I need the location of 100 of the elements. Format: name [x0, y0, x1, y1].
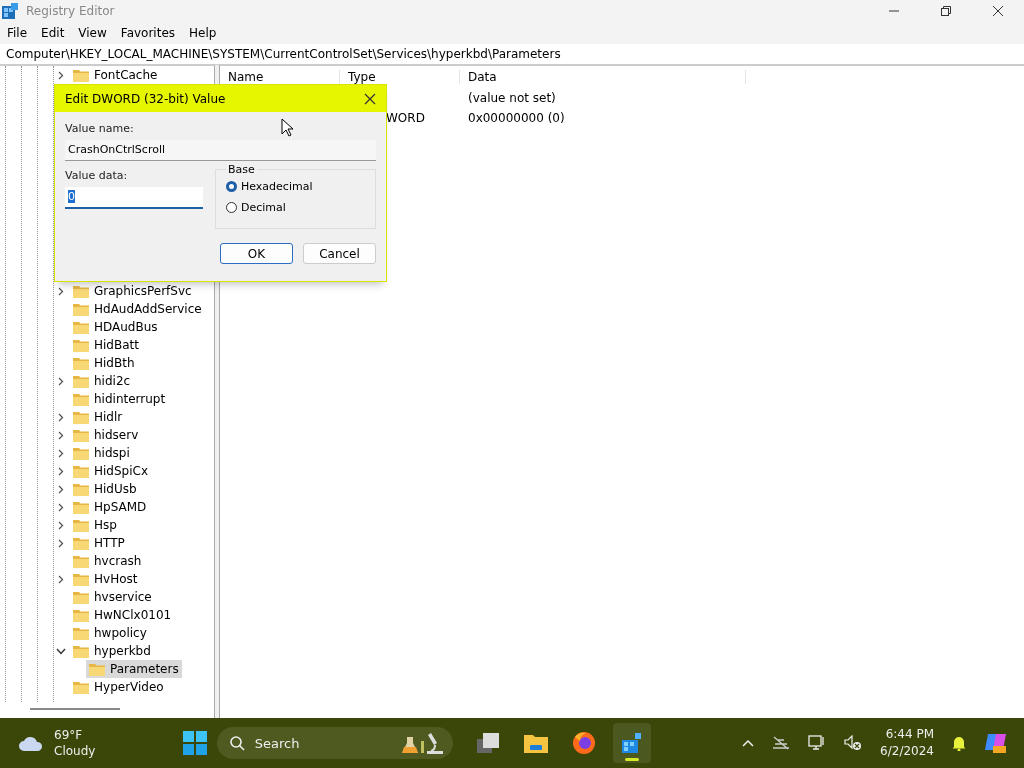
chevron-right-icon[interactable] — [58, 466, 64, 476]
disconnected-icon[interactable] — [772, 736, 791, 750]
folder-icon — [73, 482, 89, 496]
tree-item[interactable]: HidBth — [70, 354, 138, 372]
tree-item[interactable]: HidUsb — [70, 480, 140, 498]
menu-item[interactable]: Favorites — [120, 26, 176, 40]
tree-item[interactable]: HDAudBus — [70, 318, 161, 336]
menu-item[interactable]: View — [78, 26, 107, 40]
folder-icon — [73, 500, 89, 514]
monitor-icon[interactable] — [808, 735, 827, 751]
folder-icon — [89, 662, 105, 676]
folder-icon — [73, 536, 89, 550]
dialog-button[interactable]: Cancel — [303, 243, 376, 264]
chevron-right-icon[interactable] — [58, 286, 64, 296]
tree-item[interactable]: hvservice — [70, 588, 155, 606]
close-icon[interactable] — [364, 92, 376, 105]
folder-icon — [523, 733, 548, 753]
chevron-right-icon[interactable] — [58, 538, 64, 548]
tree-item[interactable]: hidserv — [70, 426, 142, 444]
tree-item[interactable]: hyperkbd — [70, 642, 154, 660]
chevron-right-icon[interactable] — [58, 412, 64, 422]
radio-label[interactable]: Decimal — [241, 201, 286, 214]
tree-item[interactable]: HwNClx0101 — [70, 606, 175, 624]
tree-item[interactable]: GraphicsPerfSvc — [70, 282, 195, 300]
tree-item[interactable]: FontCache — [70, 66, 161, 84]
folder-icon — [73, 590, 89, 604]
folder-icon — [73, 644, 89, 658]
start-icon[interactable] — [182, 731, 207, 755]
mouse-pointer-icon — [281, 118, 293, 137]
scrollbar-thumb[interactable] — [30, 708, 120, 710]
cloud-icon — [18, 735, 44, 751]
tree-item[interactable]: HidSpiCx — [70, 462, 152, 480]
menu-item[interactable]: Help — [189, 26, 217, 40]
tree-item[interactable]: hidinterrupt — [70, 390, 169, 408]
folder-icon — [73, 464, 89, 478]
menu-item[interactable]: Edit — [41, 26, 65, 40]
chevron-right-icon[interactable] — [58, 520, 64, 530]
folder-icon — [73, 302, 89, 316]
radio-button[interactable] — [226, 202, 237, 213]
search-field[interactable]: Search — [216, 727, 453, 759]
tree-item[interactable]: Hsp — [70, 516, 120, 534]
folder-icon — [73, 554, 89, 568]
chevron-right-icon[interactable] — [58, 376, 64, 386]
folder-icon — [73, 338, 89, 352]
chevron-up-icon[interactable] — [742, 739, 755, 747]
field-label: Value data: — [65, 169, 128, 182]
tree-item[interactable]: HdAudAddService — [70, 300, 205, 318]
tree-item[interactable]: HidBatt — [70, 336, 142, 354]
browser-icon — [571, 731, 596, 755]
chevron-right-icon[interactable] — [58, 502, 64, 512]
folder-icon — [73, 680, 89, 694]
menu-item[interactable]: File — [7, 26, 28, 40]
value-data-field[interactable]: 0 — [65, 187, 203, 209]
chevron-down-icon[interactable] — [56, 647, 66, 655]
folder-icon — [73, 446, 89, 460]
radio-label[interactable]: Hexadecimal — [241, 180, 313, 193]
close-icon[interactable] — [992, 5, 1004, 17]
chevron-right-icon[interactable] — [58, 484, 64, 494]
clock-time[interactable]: 6:44 PM — [885, 726, 934, 743]
folder-icon — [73, 392, 89, 406]
temperature: 69°F — [54, 727, 84, 743]
radio-button[interactable] — [226, 181, 237, 192]
folder-icon — [73, 320, 89, 334]
folder-icon — [73, 518, 89, 532]
folder-icon — [73, 608, 89, 622]
tree-item[interactable]: HyperVideo — [70, 678, 167, 696]
tree-item[interactable]: HvHost — [70, 570, 141, 588]
tree-item[interactable]: hidspi — [70, 444, 133, 462]
bell-icon[interactable] — [952, 735, 966, 751]
tree-item[interactable]: Hidlr — [70, 408, 126, 426]
field-label: Value name: — [65, 122, 134, 135]
window-title: Registry Editor — [26, 4, 115, 18]
folder-icon — [73, 410, 89, 424]
chevron-right-icon[interactable] — [58, 574, 64, 584]
table-cell-text: 0x00000000 (0) — [467, 111, 566, 125]
taskbar-app[interactable] — [612, 723, 651, 763]
tree-item[interactable]: Parameters — [86, 660, 182, 678]
tree-item[interactable]: HpSAMD — [70, 498, 150, 516]
folder-icon — [73, 428, 89, 442]
weather-condition: Cloudy — [54, 743, 96, 759]
group-label: Base — [226, 163, 257, 176]
tree-item[interactable]: HTTP — [70, 534, 128, 552]
tree-item[interactable]: hvcrash — [70, 552, 145, 570]
chevron-right-icon[interactable] — [58, 70, 64, 80]
dialog-button[interactable]: OK — [220, 243, 293, 264]
value-name-field[interactable]: CrashOnCtrlScroll — [65, 140, 376, 161]
chevron-right-icon[interactable] — [58, 448, 64, 458]
app-icon — [2, 3, 18, 19]
column-header[interactable]: Data — [460, 70, 746, 84]
clock-date[interactable]: 6/2/2024 — [880, 743, 934, 760]
folder-icon — [73, 68, 89, 82]
tree-item[interactable]: hwpolicy — [70, 624, 150, 642]
windows-icon — [475, 732, 500, 754]
tree-item[interactable]: hidi2c — [70, 372, 134, 390]
folder-icon — [73, 356, 89, 370]
restore-icon[interactable] — [940, 5, 952, 17]
speaker-muted-icon[interactable] — [844, 735, 863, 751]
copilot-icon[interactable] — [984, 731, 1008, 755]
search-icon — [228, 735, 245, 751]
chevron-right-icon[interactable] — [58, 430, 64, 440]
